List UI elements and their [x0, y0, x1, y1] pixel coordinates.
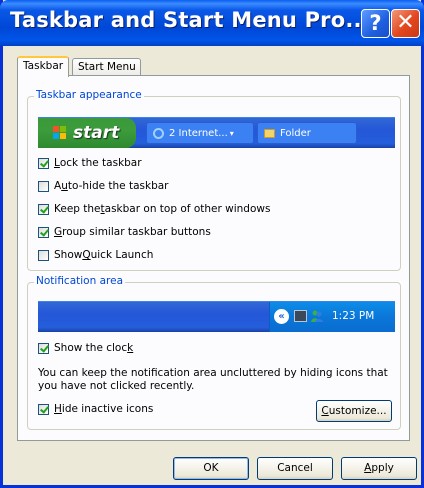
- start-label: start: [73, 123, 120, 143]
- checkbox-show-clock[interactable]: Show the cloc k: [38, 340, 133, 356]
- checkbox-box[interactable]: [38, 157, 49, 169]
- checkbox-box[interactable]: [38, 249, 49, 261]
- checkbox-keep-on-top[interactable]: Keep the t askbar on top of other windows: [38, 201, 270, 217]
- tab-taskbar[interactable]: Taskbar: [17, 56, 69, 77]
- title-bar[interactable]: Taskbar and Start Menu Pro... ? ✕: [0, 0, 424, 46]
- system-tray: « 1:23 PM: [269, 302, 395, 332]
- checkbox-box[interactable]: [38, 203, 49, 215]
- dropdown-arrow-icon: ▾: [229, 128, 234, 138]
- help-button[interactable]: ?: [361, 9, 390, 38]
- checkbox-box[interactable]: [38, 180, 49, 192]
- checkbox-group-buttons[interactable]: Group similar taskbar buttons: [38, 224, 211, 240]
- taskbar-button-internet: 2 Internet... ▾: [146, 122, 254, 144]
- checkbox-hide-inactive[interactable]: Hide inactive icons: [38, 401, 153, 417]
- task-label: Folder: [280, 127, 311, 139]
- apply-button[interactable]: Apply: [341, 457, 417, 480]
- taskbar-button-folder: Folder: [257, 122, 357, 144]
- windows-flag-icon: [53, 126, 67, 140]
- cancel-button[interactable]: Cancel: [257, 457, 333, 480]
- customize-button[interactable]: Customize...: [316, 400, 392, 422]
- checkbox-lock-taskbar[interactable]: Lock the taskbar: [38, 155, 142, 171]
- notification-preview: « 1:23 PM: [38, 301, 395, 332]
- tab-start-menu[interactable]: Start Menu: [72, 58, 141, 76]
- checkbox-box[interactable]: [38, 226, 49, 238]
- messenger-icon: [311, 310, 323, 322]
- dialog-window: Taskbar and Start Menu Pro... ? ✕ Taskba…: [0, 0, 424, 488]
- notification-description: You can keep the notification area unclu…: [38, 367, 388, 392]
- folder-icon: [264, 128, 275, 138]
- checkbox-auto-hide[interactable]: Au to-hide the taskbar: [38, 178, 169, 194]
- group-title: Notification area: [34, 275, 125, 287]
- checkbox-box[interactable]: [38, 403, 49, 415]
- ok-button[interactable]: OK: [173, 457, 249, 480]
- clock-label: 1:23 PM: [332, 310, 375, 322]
- tab-panel: Taskbar appearance start 2 Internet... ▾: [17, 75, 410, 441]
- start-button-preview: start: [38, 118, 136, 148]
- taskbar-appearance-group: Taskbar appearance start 2 Internet... ▾: [27, 89, 401, 271]
- checkbox-box[interactable]: [38, 342, 49, 354]
- checkbox-quick-launch[interactable]: Show Quick Launch: [38, 247, 153, 263]
- window-title: Taskbar and Start Menu Pro...: [10, 8, 370, 32]
- notification-area-group: Notification area « 1:23 PM Show the clo…: [27, 275, 401, 430]
- close-button[interactable]: ✕: [391, 9, 420, 38]
- group-title: Taskbar appearance: [34, 89, 144, 101]
- internet-explorer-icon: [153, 127, 164, 139]
- chevron-left-icon: «: [274, 309, 289, 324]
- network-icon: [294, 310, 307, 322]
- task-label: 2 Internet...: [169, 127, 228, 139]
- taskbar-preview: start 2 Internet... ▾ Folder: [38, 117, 395, 148]
